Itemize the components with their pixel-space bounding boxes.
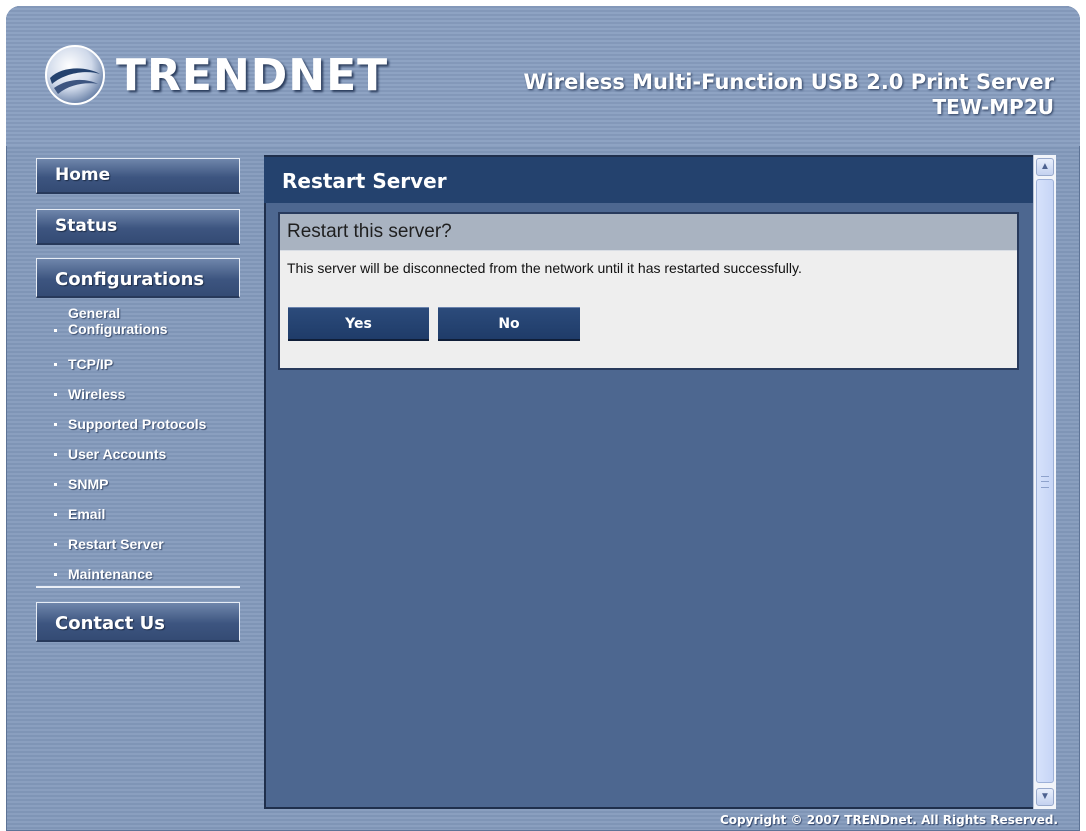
bullet-icon xyxy=(54,513,57,516)
bullet-icon xyxy=(54,363,57,366)
scroll-up-arrow-icon[interactable]: ▲ xyxy=(1036,158,1054,176)
submenu-label: Maintenance xyxy=(68,566,153,582)
page-header: TRENDNET Wireless Multi-Function USB 2.0… xyxy=(6,6,1080,146)
submenu-label: TCP/IP xyxy=(68,356,114,372)
submenu-label: Supported Protocols xyxy=(68,416,207,432)
submenu-item-supported-protocols[interactable]: Supported Protocols xyxy=(46,409,240,439)
nav-contact-us-button[interactable]: Contact Us xyxy=(36,602,240,642)
bullet-icon xyxy=(54,393,57,396)
no-button[interactable]: No xyxy=(438,307,580,341)
bullet-icon xyxy=(54,423,57,426)
submenu-label: General xyxy=(68,305,121,321)
submenu-label: Email xyxy=(68,506,106,522)
bullet-icon xyxy=(54,453,57,456)
dialog-message: This server will be disconnected from th… xyxy=(287,260,802,276)
brand-logo[interactable]: TRENDNET xyxy=(44,44,387,106)
submenu-item-restart-server[interactable]: Restart Server xyxy=(46,529,240,559)
configurations-submenu: General Configurations TCP/IP Wireless S… xyxy=(46,305,240,589)
product-model: TEW-MP2U xyxy=(932,95,1054,119)
nav-configurations-button[interactable]: Configurations xyxy=(36,258,240,298)
submenu-label: SNMP xyxy=(68,476,109,492)
copyright-footer: Copyright © 2007 TRENDnet. All Rights Re… xyxy=(720,813,1058,827)
submenu-item-email[interactable]: Email xyxy=(46,499,240,529)
submenu-label: User Accounts xyxy=(68,446,167,462)
dialog-heading: Restart this server? xyxy=(280,214,1017,251)
brand-logo-text: TRENDNET xyxy=(116,50,389,101)
yes-button[interactable]: Yes xyxy=(288,307,429,341)
grip-icon xyxy=(1041,476,1049,488)
submenu-item-general-configurations[interactable]: General Configurations xyxy=(46,305,240,349)
submenu-item-maintenance[interactable]: Maintenance xyxy=(46,559,240,589)
bullet-icon xyxy=(54,329,57,332)
product-name: Wireless Multi-Function USB 2.0 Print Se… xyxy=(523,70,1054,94)
bullet-icon xyxy=(54,573,57,576)
bullet-icon xyxy=(54,543,57,546)
scrollbar-thumb[interactable] xyxy=(1036,179,1054,783)
submenu-item-snmp[interactable]: SNMP xyxy=(46,469,240,499)
nav-home-button[interactable]: Home xyxy=(36,158,240,194)
vertical-scrollbar[interactable]: ▲ ▼ xyxy=(1033,155,1056,809)
submenu-item-wireless[interactable]: Wireless xyxy=(46,379,240,409)
nav-status-button[interactable]: Status xyxy=(36,209,240,245)
nav-divider xyxy=(36,586,240,588)
bullet-icon xyxy=(54,483,57,486)
scroll-down-arrow-icon[interactable]: ▼ xyxy=(1036,788,1054,806)
submenu-label: Configurations xyxy=(68,321,168,337)
submenu-item-tcpip[interactable]: TCP/IP xyxy=(46,349,240,379)
submenu-label: Restart Server xyxy=(68,536,164,552)
submenu-item-user-accounts[interactable]: User Accounts xyxy=(46,439,240,469)
product-title: Wireless Multi-Function USB 2.0 Print Se… xyxy=(523,70,1054,120)
submenu-label: Wireless xyxy=(68,386,126,402)
restart-dialog: Restart this server? This server will be… xyxy=(278,212,1019,370)
trendnet-globe-logo-icon xyxy=(45,45,105,105)
page-title: Restart Server xyxy=(264,157,1033,203)
